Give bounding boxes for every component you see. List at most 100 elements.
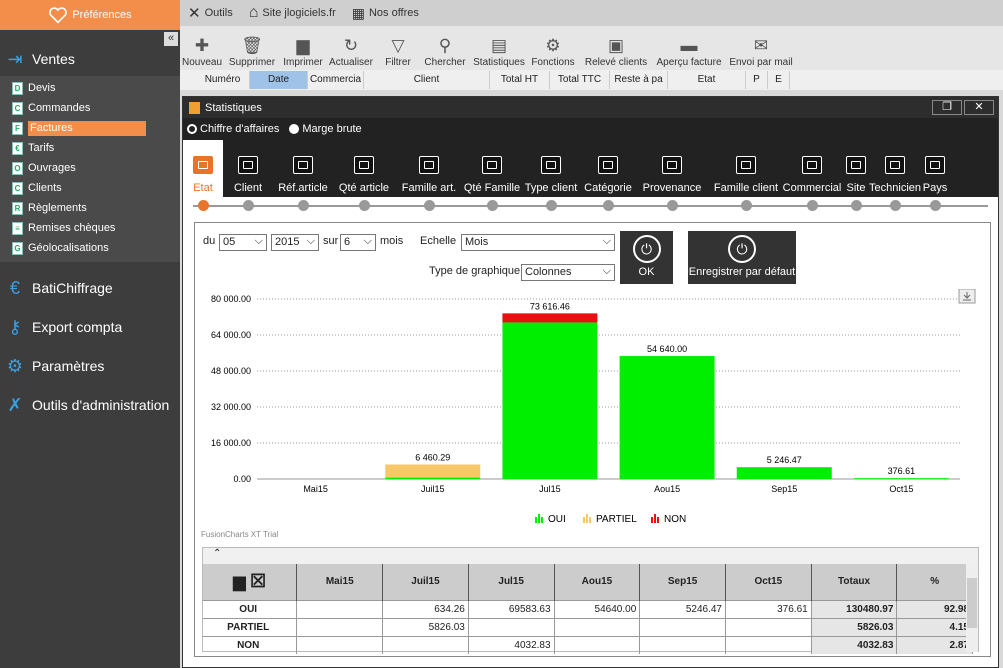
print-icon[interactable]: ▆ [233,574,250,591]
tab-stat-8[interactable]: Provenance [635,140,709,197]
sidebar-item-reglements[interactable]: R Règlements [0,198,180,218]
year-select[interactable]: 2015 [271,234,319,251]
column-header[interactable]: Date [250,71,308,89]
tab-stat-0[interactable]: Etat [183,140,223,197]
sidebar-item-geolocalisations[interactable]: G Géolocalisations [0,238,180,258]
bar-oui[interactable] [853,478,949,479]
collapse-sidebar-button[interactable]: « [164,32,178,46]
document-icon: O [12,161,23,175]
toolbar-statement-button[interactable]: ▣ Relevé clients [578,35,654,68]
bar-oui[interactable] [502,322,598,479]
tab-stat-11[interactable]: Site [841,140,871,197]
column-header[interactable]: Reste à pa [610,71,668,89]
bar-oui[interactable] [385,477,481,479]
table-cell: 2.87 [896,635,973,654]
statistics-dialog: Statistiques ❐ ✕ Chiffre d'affaires Marg… [182,96,999,668]
radio-marge-brute[interactable]: Marge brute [289,123,362,135]
bar-oui[interactable] [619,356,715,479]
tab-stat-13[interactable]: Pays [919,140,951,197]
tools-label: Outils [204,7,233,19]
sidebar-section-export-compta[interactable]: ⚷ Export compta [0,309,180,345]
tab-dot [424,200,435,211]
tab-stat-6[interactable]: Type client [521,140,581,197]
tab-label: Réf.article [278,182,328,194]
legend-label: NON [664,514,686,525]
toolbar-mail-button[interactable]: ✉ Envoi par mail [724,35,798,68]
legend-non[interactable]: NON [651,514,686,525]
tab-label: Famille art. [401,182,457,194]
column-header[interactable]: Etat [668,71,746,89]
column-header[interactable]: E [768,71,790,89]
sidebar-item-tarifs[interactable]: € Tarifs [0,138,180,158]
bar-non[interactable] [502,313,598,323]
tab-stat-4[interactable]: Famille art. [395,140,463,197]
toolbar-trash-button[interactable]: 🗑 Supprimer [224,35,280,68]
column-header[interactable]: Numéro [196,71,250,89]
toolbar-label: Aperçu facture [656,57,722,68]
toolbar-magnifier-button[interactable]: ⚲ Chercher [420,35,470,68]
column-header[interactable]: P [746,71,768,89]
legend-oui[interactable]: OUI [535,514,566,525]
site-link[interactable]: ⌂ Site jlogiciels.fr [249,4,336,22]
collapse-table-button[interactable]: ⌃ [203,548,978,564]
save-default-button[interactable]: ⏻ Enregistrer par défaut [688,231,796,284]
month-select[interactable]: 05 [219,234,267,251]
sidebar-section-ventes[interactable]: ⇥ Ventes [0,42,180,76]
toolbar-label: Chercher [424,57,466,68]
echelle-select[interactable]: Mois [461,234,615,251]
column-header[interactable]: Client [364,71,490,89]
ok-button[interactable]: ⏻ OK [620,231,673,284]
sidebar-item-ouvrages[interactable]: O Ouvrages [0,158,180,178]
toolbar-functions-button[interactable]: ⚙ Fonctions [528,35,578,68]
sidebar-section-parametres[interactable]: ⚙ Paramètres [0,348,180,384]
column-header[interactable]: Commercia [308,71,364,89]
tab-stat-5[interactable]: Qté Famille [463,140,521,197]
sidebar-item-commandes[interactable]: C Commandes [0,98,180,118]
offers-link[interactable]: ▦ Nos offres [352,5,419,22]
tools-link[interactable]: ✕ Outils [188,4,233,22]
toolbar-printer-button[interactable]: ▆ Imprimer [280,35,326,68]
sidebar-section-batichiffrage[interactable]: € BatiChiffrage [0,270,180,306]
preferences-button[interactable]: Préférences [0,0,180,30]
tab-stat-1[interactable]: Client [223,140,273,197]
column-header[interactable]: Total HT [490,71,550,89]
sidebar-item-label: Factures [28,120,146,136]
table-cell: 4.15 [896,617,973,636]
report-icon [293,156,313,174]
bar-oui[interactable] [736,467,832,479]
x-tick-label: Jul15 [539,484,561,494]
toolbar-preview-button[interactable]: ▬ Aperçu facture [654,35,724,68]
excel-icon[interactable]: ☒ [250,571,266,591]
tab-dot [198,200,209,211]
sidebar-item-remises-cheques[interactable]: ≡ Remises chèques [0,218,180,238]
sidebar-item-factures[interactable]: F Factures [0,118,180,138]
count-select[interactable]: 6 [340,234,376,251]
toolbar-refresh-button[interactable]: ↻ Actualiser [326,35,376,68]
tab-stat-9[interactable]: Famille client [709,140,783,197]
radio-label: Chiffre d'affaires [200,123,280,135]
table-scrollbar[interactable] [966,564,978,652]
tab-stat-10[interactable]: Commercial [783,140,841,197]
close-button[interactable]: ✕ [964,100,994,115]
tab-stat-7[interactable]: Catégorie [581,140,635,197]
legend-partiel[interactable]: PARTIEL [583,514,637,525]
report-icon [238,156,258,174]
toolbar-filter-button[interactable]: ▽ Filtrer [376,35,420,68]
bar-partiel[interactable] [385,464,481,478]
download-icon[interactable] [958,289,976,304]
restore-button[interactable]: ❐ [932,100,962,115]
tab-stat-2[interactable]: Réf.article [273,140,333,197]
toolbar-label: Supprimer [228,57,276,68]
tab-stat-3[interactable]: Qté article [333,140,395,197]
column-header[interactable]: Total TTC [550,71,610,89]
tab-stat-12[interactable]: Technicien [869,140,921,197]
functions-icon: ⚙ [545,36,561,55]
sidebar-item-clients[interactable]: C Clients [0,178,180,198]
toolbar-statistics-button[interactable]: ▤ Statistiques [470,35,528,68]
chart-type-select[interactable]: Colonnes [521,264,615,281]
sidebar-item-devis[interactable]: D Devis [0,78,180,98]
toolbar-plus-button[interactable]: ✚ Nouveau [180,35,224,68]
sidebar-section-outils-admin[interactable]: ✗ Outils d'administration [0,387,180,423]
radio-chiffre-affaires[interactable]: Chiffre d'affaires [187,123,279,135]
report-icon [354,156,374,174]
